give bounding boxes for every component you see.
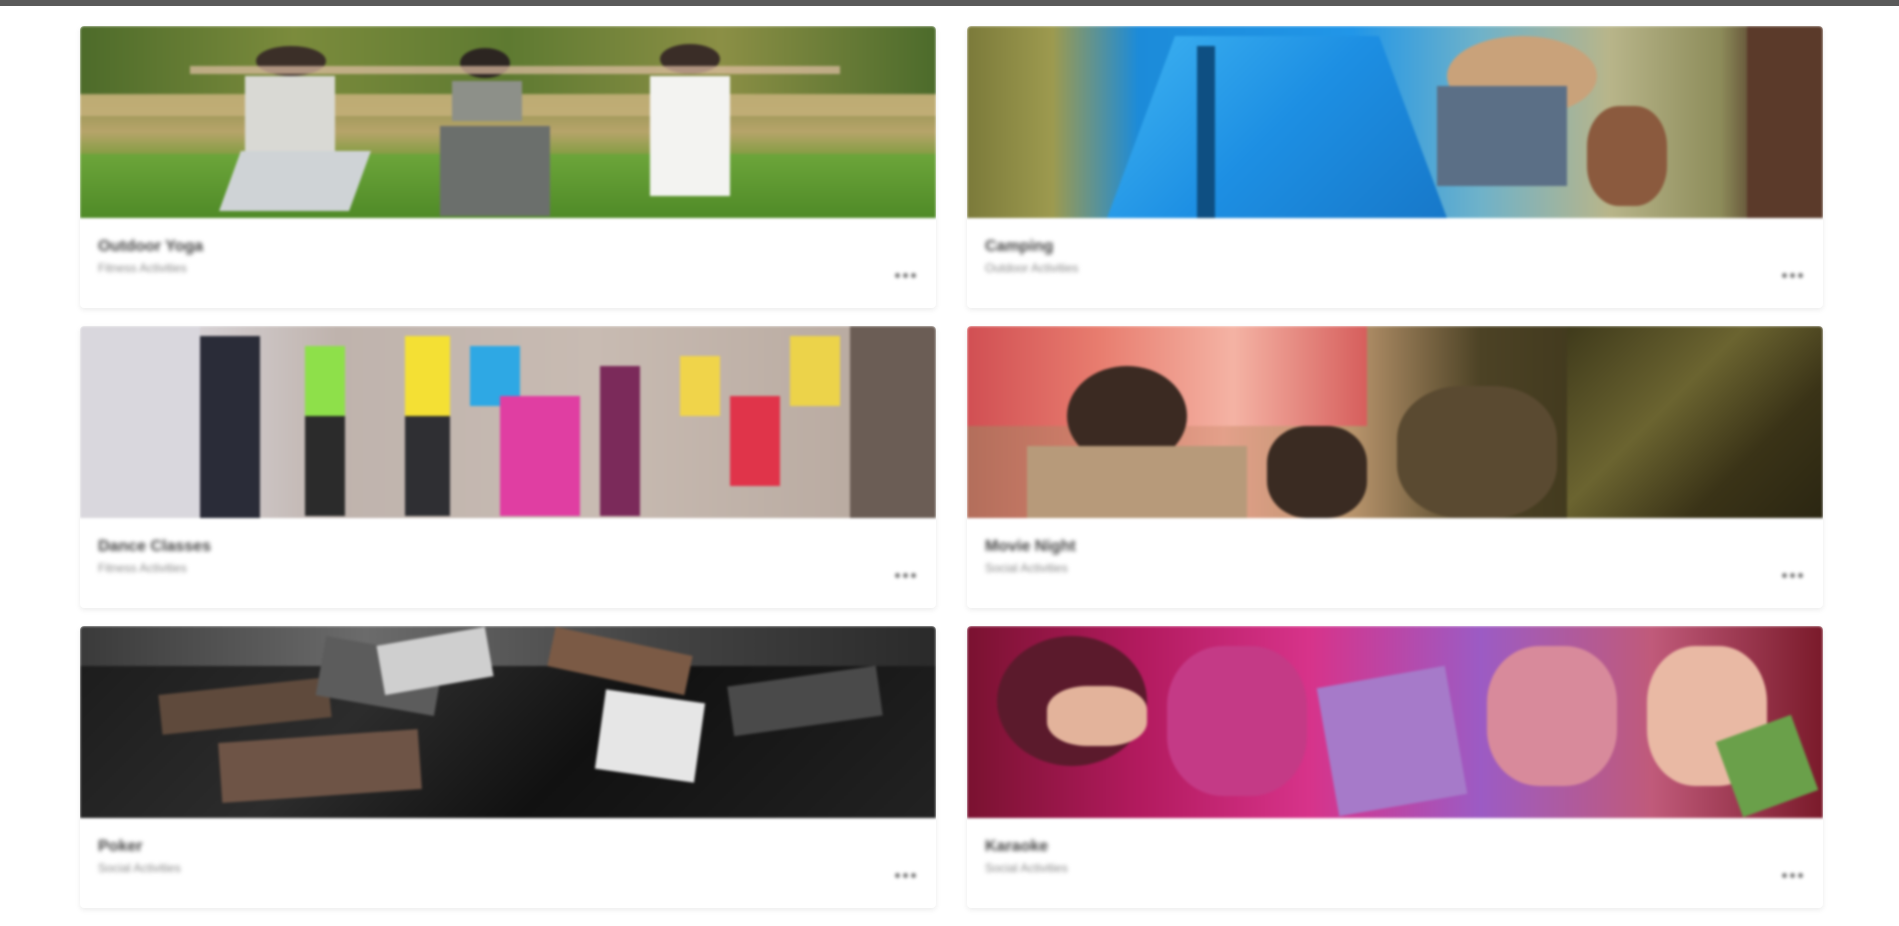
menu-dot xyxy=(1797,872,1803,878)
more-horizontal-icon[interactable] xyxy=(890,864,920,886)
menu-dot xyxy=(910,272,916,278)
card-thumbnail-image[interactable] xyxy=(80,326,936,518)
menu-dot xyxy=(1789,272,1795,278)
card-subtitle: Fitness Activities xyxy=(98,261,187,275)
card-subtitle: Social Activities xyxy=(985,561,1068,575)
card-title[interactable]: Outdoor Yoga xyxy=(98,238,203,256)
menu-dot xyxy=(902,572,908,578)
browser-top-bar xyxy=(0,0,1899,6)
activity-card[interactable]: Poker Social Activities xyxy=(80,626,936,926)
menu-dot xyxy=(1781,572,1787,578)
menu-dot xyxy=(910,572,916,578)
menu-dot xyxy=(902,272,908,278)
card-title[interactable]: Karaoke xyxy=(985,838,1048,856)
menu-dot xyxy=(894,272,900,278)
card-thumbnail-image[interactable] xyxy=(967,626,1823,818)
card-thumbnail-image[interactable] xyxy=(80,626,936,818)
menu-dot xyxy=(902,872,908,878)
more-horizontal-icon[interactable] xyxy=(890,264,920,286)
card-title[interactable]: Movie Night xyxy=(985,538,1076,556)
more-horizontal-icon[interactable] xyxy=(1777,564,1807,586)
menu-dot xyxy=(1781,272,1787,278)
card-subtitle: Fitness Activities xyxy=(98,561,187,575)
menu-dot xyxy=(894,872,900,878)
card-surface: Camping Outdoor Activities xyxy=(967,26,1823,308)
menu-dot xyxy=(894,572,900,578)
activity-card[interactable]: Karaoke Social Activities xyxy=(967,626,1823,926)
card-subtitle: Outdoor Activities xyxy=(985,261,1079,275)
card-thumbnail-image[interactable] xyxy=(967,326,1823,518)
menu-dot xyxy=(1797,572,1803,578)
card-surface: Dance Classes Fitness Activities xyxy=(80,326,936,608)
card-surface: Karaoke Social Activities xyxy=(967,626,1823,908)
more-horizontal-icon[interactable] xyxy=(890,564,920,586)
menu-dot xyxy=(910,872,916,878)
card-surface: Movie Night Social Activities xyxy=(967,326,1823,608)
menu-dot xyxy=(1781,872,1787,878)
more-horizontal-icon[interactable] xyxy=(1777,864,1807,886)
menu-dot xyxy=(1789,872,1795,878)
card-title[interactable]: Camping xyxy=(985,238,1053,256)
more-horizontal-icon[interactable] xyxy=(1777,264,1807,286)
card-surface: Outdoor Yoga Fitness Activities xyxy=(80,26,936,308)
activity-card[interactable]: Movie Night Social Activities xyxy=(967,326,1823,626)
activity-card[interactable]: Dance Classes Fitness Activities xyxy=(80,326,936,626)
card-thumbnail-image[interactable] xyxy=(967,26,1823,218)
card-subtitle: Social Activities xyxy=(98,861,181,875)
menu-dot xyxy=(1789,572,1795,578)
activity-card[interactable]: Camping Outdoor Activities xyxy=(967,26,1823,326)
activity-card[interactable]: Outdoor Yoga Fitness Activities xyxy=(80,26,936,326)
card-subtitle: Social Activities xyxy=(985,861,1068,875)
menu-dot xyxy=(1797,272,1803,278)
card-surface: Poker Social Activities xyxy=(80,626,936,908)
card-title[interactable]: Poker xyxy=(98,838,142,856)
card-title[interactable]: Dance Classes xyxy=(98,538,211,556)
activity-card-grid: Outdoor Yoga Fitness Activities Camping … xyxy=(80,26,1823,926)
card-thumbnail-image[interactable] xyxy=(80,26,936,218)
